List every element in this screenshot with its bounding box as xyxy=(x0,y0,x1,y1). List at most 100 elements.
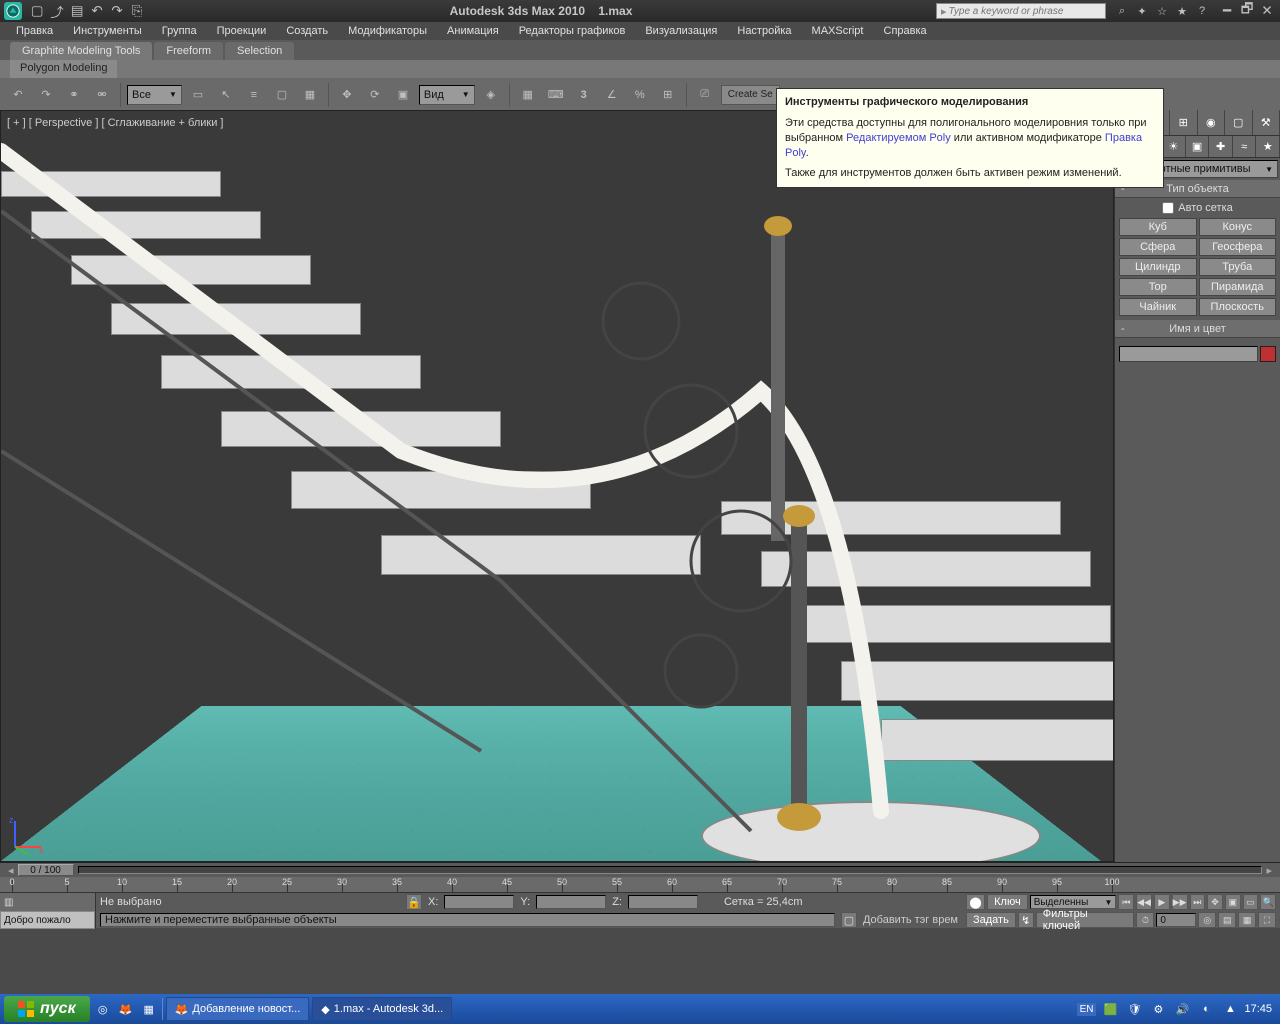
obj-pyramid-button[interactable]: Пирамида xyxy=(1199,278,1277,296)
ref-coord-dropdown[interactable]: Вид▼ xyxy=(419,85,475,105)
nav-walk-icon[interactable]: ▤ xyxy=(1218,912,1236,928)
key-filters-button[interactable]: Фильтры ключей xyxy=(1036,912,1135,928)
obj-plane-button[interactable]: Плоскость xyxy=(1199,298,1277,316)
quicklaunch-firefox-icon[interactable]: 🦊 xyxy=(116,999,136,1019)
autogrid-checkbox[interactable]: Авто сетка xyxy=(1119,202,1276,214)
rollout-name-color[interactable]: -Имя и цвет xyxy=(1115,320,1280,338)
close-icon[interactable]: ✕ xyxy=(1258,3,1276,19)
qat-undo-icon[interactable]: ↶ xyxy=(88,3,106,19)
cat-helpers-icon[interactable]: ✚ xyxy=(1209,136,1233,157)
cat-cameras-icon[interactable]: ▣ xyxy=(1186,136,1210,157)
menu-graph-editors[interactable]: Редакторы графиков xyxy=(509,23,636,39)
menu-animation[interactable]: Анимация xyxy=(437,23,509,39)
help-icon[interactable]: ? xyxy=(1194,3,1210,19)
named-sets-icon[interactable]: ⎚ xyxy=(693,83,717,107)
goto-end-icon[interactable]: ⏭ xyxy=(1190,894,1206,910)
menu-create[interactable]: Создать xyxy=(276,23,338,39)
percent-snap-icon[interactable]: % xyxy=(628,83,652,107)
tab-utilities-icon[interactable]: ⚒ xyxy=(1253,110,1280,135)
object-name-input[interactable] xyxy=(1119,346,1258,362)
ribbon-tab-freeform[interactable]: Freeform xyxy=(154,42,223,60)
menu-views[interactable]: Проекции xyxy=(207,23,277,39)
menu-rendering[interactable]: Визуализация xyxy=(635,23,727,39)
nav-fov-icon[interactable]: ▭ xyxy=(1243,894,1259,910)
time-track[interactable] xyxy=(78,866,1263,874)
cat-systems-icon[interactable]: ★ xyxy=(1256,136,1280,157)
taskbar-item-3dsmax[interactable]: ◆1.max - Autodesk 3d... xyxy=(312,997,452,1021)
select-region-icon[interactable]: ▭ xyxy=(186,83,210,107)
qat-redo-icon[interactable]: ↷ xyxy=(108,3,126,19)
ribbon-tab-graphite[interactable]: Graphite Modeling Tools xyxy=(10,42,152,60)
qat-more-icon[interactable]: ⎘ xyxy=(128,3,146,19)
obj-teapot-button[interactable]: Чайник xyxy=(1119,298,1197,316)
app-menu-icon[interactable] xyxy=(4,2,22,20)
cat-lights-icon[interactable]: ☀ xyxy=(1162,136,1186,157)
rect-region-icon[interactable]: ▢ xyxy=(270,83,294,107)
tooltip-link-editable-poly[interactable]: Редактируемом Poly xyxy=(846,132,951,144)
tab-display-icon[interactable]: ▢ xyxy=(1225,110,1253,135)
pivot-icon[interactable]: ◈ xyxy=(479,83,503,107)
current-frame-input[interactable] xyxy=(1156,913,1196,927)
create-selection-button[interactable]: Create Se xyxy=(721,85,780,105)
viewport-perspective[interactable]: [ + ] [ Perspective ] [ Сглаживание + бл… xyxy=(0,110,1114,862)
nav-dolly-icon[interactable]: ▦ xyxy=(1238,912,1256,928)
menu-help[interactable]: Справка xyxy=(874,23,937,39)
coord-x-input[interactable] xyxy=(444,895,514,909)
play-icon[interactable]: ▶ xyxy=(1154,894,1170,910)
obj-torus-button[interactable]: Тор xyxy=(1119,278,1197,296)
tab-hierarchy-icon[interactable]: ⊞ xyxy=(1170,110,1198,135)
prompt-input[interactable]: Нажмите и переместите выбранные объекты xyxy=(100,913,835,927)
nav-zoom-icon[interactable]: 🔍 xyxy=(1260,894,1276,910)
menu-modifiers[interactable]: Модификаторы xyxy=(338,23,437,39)
tab-motion-icon[interactable]: ◉ xyxy=(1198,110,1226,135)
nav-zoom-ext-icon[interactable]: ▣ xyxy=(1225,894,1241,910)
select-by-name-icon[interactable]: ≡ xyxy=(242,83,266,107)
move-icon[interactable]: ✥ xyxy=(335,83,359,107)
tray-icon-4[interactable]: 🔊 xyxy=(1172,999,1192,1019)
time-slider[interactable]: 0 / 100 xyxy=(18,864,74,876)
timeconfig-icon[interactable]: ⏱ xyxy=(1136,912,1154,928)
lock-selection-icon[interactable]: 🔒 xyxy=(406,894,422,910)
binoculars-icon[interactable]: ⌕ xyxy=(1114,3,1130,19)
help-search[interactable]: ▸ xyxy=(936,3,1106,19)
selection-filter-dropdown[interactable]: Все▼ xyxy=(127,85,182,105)
nav-orbit-icon[interactable]: ◎ xyxy=(1198,912,1216,928)
help-search-input[interactable] xyxy=(949,6,1101,17)
quicklaunch-3-icon[interactable]: ▦ xyxy=(139,999,159,1019)
qat-new-icon[interactable]: ▢ xyxy=(28,3,46,19)
quicklaunch-1-icon[interactable]: ◎ xyxy=(93,999,113,1019)
menu-tools[interactable]: Инструменты xyxy=(63,23,152,39)
object-color-swatch[interactable] xyxy=(1260,346,1276,362)
comm-icon[interactable]: ☆ xyxy=(1154,3,1170,19)
lang-indicator[interactable]: EN xyxy=(1077,1003,1097,1016)
link-icon[interactable]: ⚭ xyxy=(62,83,86,107)
menu-maxscript[interactable]: MAXScript xyxy=(802,23,874,39)
spinner-snap-icon[interactable]: ⊞ xyxy=(656,83,680,107)
cat-space-warps-icon[interactable]: ≈ xyxy=(1233,136,1257,157)
key-filter-dropdown[interactable]: Выделенны▼ xyxy=(1030,895,1117,909)
redo-icon[interactable]: ↷ xyxy=(34,83,58,107)
minimize-icon[interactable]: ━ xyxy=(1218,3,1236,19)
tray-icon-3[interactable]: ⚙ xyxy=(1148,999,1168,1019)
crossing-icon[interactable]: ▦ xyxy=(298,83,322,107)
qat-open-icon[interactable]: ⤴ xyxy=(48,3,66,19)
steering-icon[interactable]: ✦ xyxy=(1134,3,1150,19)
viewport-label[interactable]: [ + ] [ Perspective ] [ Сглаживание + бл… xyxy=(7,117,223,129)
manipulate-icon[interactable]: ▦ xyxy=(516,83,540,107)
angle-snap-icon[interactable]: ∠ xyxy=(600,83,624,107)
tray-icon-1[interactable]: 🟩 xyxy=(1100,999,1120,1019)
keyboard-icon[interactable]: ⌨ xyxy=(544,83,568,107)
nav-maximize-icon[interactable]: ⛶ xyxy=(1258,912,1276,928)
unlink-icon[interactable]: ⚮ xyxy=(90,83,114,107)
ribbon-subtab-polygon[interactable]: Polygon Modeling xyxy=(10,60,117,78)
tray-icon-6[interactable]: ▲ xyxy=(1220,999,1240,1019)
obj-box-button[interactable]: Куб xyxy=(1119,218,1197,236)
scale-icon[interactable]: ▣ xyxy=(391,83,415,107)
obj-cone-button[interactable]: Конус xyxy=(1199,218,1277,236)
rotate-icon[interactable]: ⟳ xyxy=(363,83,387,107)
undo-icon[interactable]: ↶ xyxy=(6,83,30,107)
next-frame-icon[interactable]: ▶▶ xyxy=(1172,894,1188,910)
coord-z-input[interactable] xyxy=(628,895,698,909)
prev-frame-icon[interactable]: ◀◀ xyxy=(1136,894,1152,910)
taskbar-item-firefox[interactable]: 🦊Добавление новост... xyxy=(166,997,310,1021)
